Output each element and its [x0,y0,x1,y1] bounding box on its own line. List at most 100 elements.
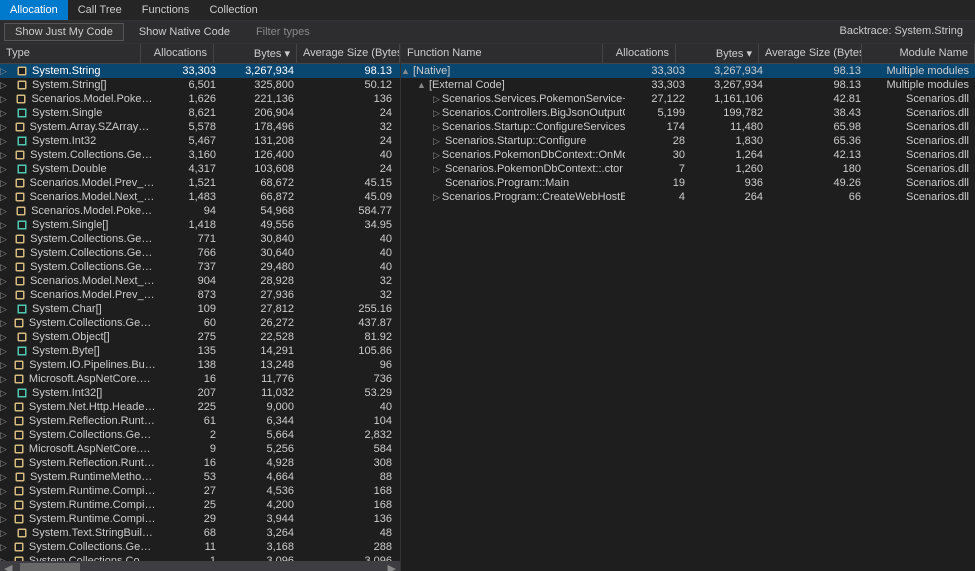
scroll-left-icon[interactable]: ◀ [0,562,16,571]
table-row[interactable]: ▷Scenarios.Model.Prev_Evolution[]1,52168… [0,176,400,190]
col-type-header[interactable]: Type [0,44,141,63]
table-row[interactable]: ▷System.Collections.Generic.List3,160126… [0,148,400,162]
expand-icon[interactable]: ▷ [0,528,12,539]
expand-icon[interactable]: ▷ [433,108,442,119]
expand-icon[interactable]: ▲ [401,66,413,76]
expand-icon[interactable]: ▷ [433,192,442,203]
expand-icon[interactable]: ▷ [0,220,12,231]
table-row[interactable]: Scenarios.Program::Main1993649.26Scenari… [401,176,975,190]
filter-types-input[interactable]: Filter types [245,23,321,41]
table-row[interactable]: ▷Scenarios.Model.Next_Evolution[]1,48366… [0,190,400,204]
table-row[interactable]: ▷System.String33,3033,267,93498.13 [0,64,400,78]
col-allocations-header-r[interactable]: Allocations [603,44,676,63]
table-row[interactable]: ▷System.Runtime.CompilerServices.AsyncTa… [0,484,400,498]
expand-icon[interactable]: ▷ [0,262,10,273]
expand-icon[interactable]: ▷ [0,290,10,301]
expand-icon[interactable]: ▷ [0,248,10,259]
expand-icon[interactable]: ▷ [0,388,12,399]
col-avg-header[interactable]: Average Size (Bytes) [297,44,400,63]
tab-collection[interactable]: Collection [199,0,267,20]
expand-icon[interactable]: ▷ [0,472,10,483]
table-row[interactable]: ▷System.Collections.Generic.List77130,84… [0,232,400,246]
col-allocations-header[interactable]: Allocations [141,44,214,63]
table-row[interactable]: ▷Scenarios.Startup::ConfigureServices174… [401,120,975,134]
table-row[interactable]: ▲[External Code]33,3033,267,93498.13Mult… [401,78,975,92]
scroll-thumb[interactable] [20,563,80,571]
table-row[interactable]: ▷System.Byte[]13514,291105.86 [0,344,400,358]
table-row[interactable]: ▷System.Int325,467131,20824 [0,134,400,148]
tab-call-tree[interactable]: Call Tree [68,0,132,20]
expand-icon[interactable]: ▷ [0,80,12,91]
table-row[interactable]: ▷System.Single[]1,41849,55634.95 [0,218,400,232]
table-row[interactable]: ▷Microsoft.AspNetCore.Server.IIS.Core.II… [0,442,400,456]
expand-icon[interactable]: ▷ [0,374,9,385]
expand-icon[interactable]: ▷ [433,136,445,147]
expand-icon[interactable]: ▷ [0,66,12,77]
expand-icon[interactable]: ▷ [0,122,10,133]
expand-icon[interactable]: ▷ [0,108,12,119]
col-bytes-header[interactable]: Bytes ▾ [214,44,297,63]
table-row[interactable]: ▷System.Runtime.CompilerServices.AsyncTa… [0,498,400,512]
table-row[interactable]: ▷System.Single8,621206,90424 [0,106,400,120]
col-avg-header-r[interactable]: Average Size (Bytes) [759,44,862,63]
table-row[interactable]: ▷System.Reflection.RuntimeMethodInfo[]16… [0,456,400,470]
table-row[interactable]: ▷Scenarios.Model.Prev_Evolution87327,936… [0,288,400,302]
table-row[interactable]: ▷System.String[]6,501325,80050.12 [0,78,400,92]
expand-icon[interactable]: ▷ [0,192,10,203]
expand-icon[interactable]: ▷ [0,94,11,105]
table-row[interactable]: ▷System.Collections.Concurrent.Concurren… [0,554,400,561]
horizontal-scrollbar[interactable]: ◀ ▶ [0,561,400,571]
table-row[interactable]: ▷System.Array.SZArrayEnumerator5,578178,… [0,120,400,134]
expand-icon[interactable]: ▷ [0,514,9,525]
expand-icon[interactable]: ▷ [0,304,12,315]
col-bytes-header-r[interactable]: Bytes ▾ [676,44,759,63]
table-row[interactable]: ▷System.IO.Pipelines.BufferSegment13813,… [0,358,400,372]
show-just-my-code-button[interactable]: Show Just My Code [4,23,124,41]
scroll-right-icon[interactable]: ▶ [384,562,400,571]
expand-icon[interactable]: ▲ [417,80,429,90]
tab-functions[interactable]: Functions [132,0,200,20]
table-row[interactable]: ▷System.Collections.Generic.List76630,64… [0,246,400,260]
table-row[interactable]: ▷System.Double4,317103,60824 [0,162,400,176]
expand-icon[interactable]: ▷ [0,178,10,189]
expand-icon[interactable]: ▷ [0,430,9,441]
table-row[interactable]: ▷System.Int32[]20711,03253.29 [0,386,400,400]
table-row[interactable]: ▷Scenarios.Services.PokemonService+27,12… [401,92,975,106]
expand-icon[interactable]: ▷ [0,360,9,371]
table-row[interactable]: ▷System.Object[]27522,52881.92 [0,330,400,344]
table-row[interactable]: ▷Scenarios.Program::CreateWebHostBuilder… [401,190,975,204]
expand-icon[interactable]: ▷ [0,136,12,147]
table-row[interactable]: ▷Scenarios.PokemonDbContext::.ctor71,260… [401,162,975,176]
expand-icon[interactable]: ▷ [433,150,442,161]
expand-icon[interactable]: ▷ [0,402,9,413]
expand-icon[interactable]: ▷ [0,416,9,427]
expand-icon[interactable]: ▷ [0,486,9,497]
table-row[interactable]: ▷System.Collections.Generic.Dictionary11… [0,540,400,554]
table-row[interactable]: ▷System.Net.Http.Headers.HttpHeaders.Hea… [0,400,400,414]
col-module-header[interactable]: Module Name [862,44,975,63]
table-row[interactable]: ▷Scenarios.Model.Next_Evolution90428,928… [0,274,400,288]
table-row[interactable]: ▷System.Collections.Generic.Dictionary60… [0,316,400,330]
table-row[interactable]: ▷System.Collections.Generic.Dictionary25… [0,428,400,442]
table-row[interactable]: ▷Microsoft.AspNetCore.HttpSys.Internal.R… [0,372,400,386]
expand-icon[interactable]: ▷ [0,164,12,175]
table-row[interactable]: ▷System.Reflection.RuntimeMethodInfo616,… [0,414,400,428]
expand-icon[interactable]: ▷ [0,458,9,469]
expand-icon[interactable]: ▷ [0,346,12,357]
expand-icon[interactable]: ▷ [0,542,9,553]
expand-icon[interactable]: ▷ [0,234,10,245]
col-function-header[interactable]: Function Name [401,44,603,63]
table-row[interactable]: ▷System.Runtime.CompilerServices.AsyncTa… [0,512,400,526]
table-row[interactable]: ▷Scenarios.PokemonDbContext::OnModelCrea… [401,148,975,162]
expand-icon[interactable]: ▷ [0,318,9,329]
expand-icon[interactable]: ▷ [433,94,442,105]
table-row[interactable]: ▷Scenarios.Model.Pokemon1,626221,136136 [0,92,400,106]
expand-icon[interactable]: ▷ [0,444,9,455]
table-row[interactable]: ▲[Native]33,3033,267,93498.13Multiple mo… [401,64,975,78]
expand-icon[interactable]: ▷ [0,332,12,343]
table-row[interactable]: ▷System.Char[]10927,812255.16 [0,302,400,316]
expand-icon[interactable]: ▷ [0,206,11,217]
table-row[interactable]: ▷Scenarios.Model.Pokemon[]9454,968584.77 [0,204,400,218]
table-row[interactable]: ▷System.Text.StringBuilder683,26448 [0,526,400,540]
expand-icon[interactable]: ▷ [0,276,10,287]
